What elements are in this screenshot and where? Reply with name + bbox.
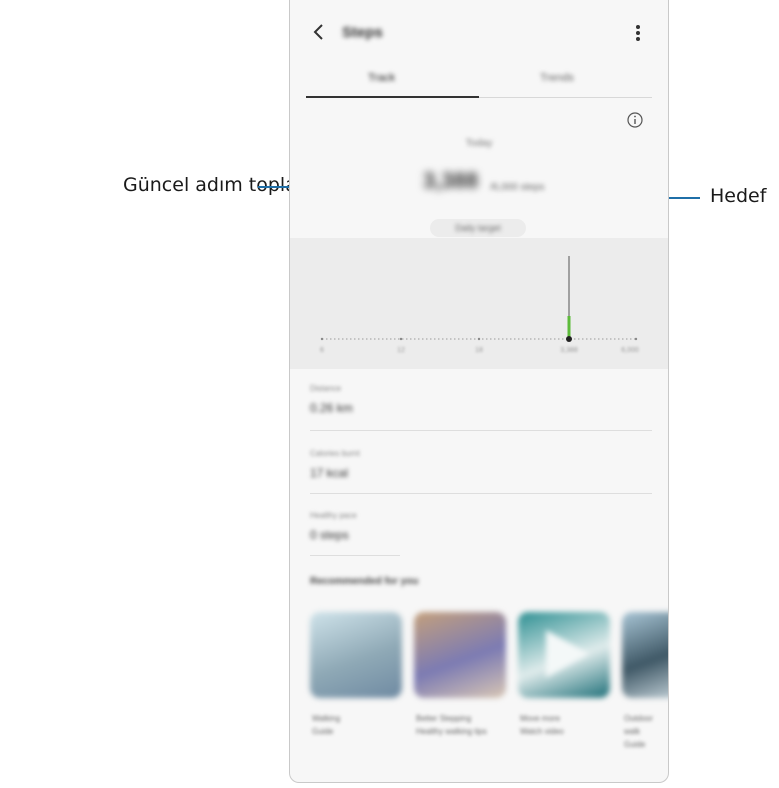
chart-axis-dot — [477, 337, 481, 341]
current-step-count: 3,388 — [423, 168, 479, 193]
stat-label: Calories burnt — [310, 449, 360, 458]
chart-tick-4: 6,000 — [621, 347, 639, 354]
tab-trends[interactable]: Trends — [540, 72, 574, 84]
active-tab-indicator — [306, 96, 479, 98]
stat-distance: Distance 0.26 km — [310, 384, 652, 415]
stat-divider — [310, 493, 652, 494]
stat-label: Distance — [310, 384, 342, 393]
recommended-caption: Walking Guide — [312, 714, 341, 736]
stat-value: 0.26 km — [310, 401, 353, 415]
chart-tick-0: 6 — [320, 347, 324, 354]
page-title: Steps — [342, 24, 383, 41]
step-goal-text: /6,000 steps — [490, 182, 545, 193]
stat-divider — [310, 430, 652, 431]
chart-tick-3: 3,388 — [560, 347, 578, 354]
today-label: Today — [465, 138, 493, 149]
phone-screen: Steps Track Trends Today 3,388 /6,000 st… — [289, 0, 669, 783]
tab-bar: Track Trends — [306, 66, 652, 98]
recommended-caption: Move more Watch video — [520, 714, 564, 736]
chart-tick-1: 12 — [397, 347, 405, 354]
step-chart: 6 12 18 3,388 6,000 — [290, 238, 668, 369]
daily-target-button[interactable]: Daily target — [430, 219, 526, 237]
back-arrow-icon[interactable] — [312, 22, 326, 42]
recommended-card-better-stepping[interactable] — [414, 612, 506, 698]
play-icon — [546, 630, 590, 678]
tab-track[interactable]: Track — [368, 72, 395, 84]
chart-tick-2: 18 — [475, 347, 483, 354]
chart-current-marker — [566, 336, 572, 342]
chart-axis-dot — [399, 337, 403, 341]
stat-label: Healthy pace — [310, 511, 357, 520]
recommended-card-outdoor-walk[interactable] — [622, 612, 668, 698]
stat-value: 17 kcal — [310, 466, 349, 480]
info-icon[interactable] — [627, 112, 643, 128]
recommended-title: Recommended for you — [310, 576, 419, 587]
chart-axis-dot — [634, 337, 638, 341]
stat-healthy-pace: Healthy pace 0 steps — [310, 511, 652, 542]
more-options-icon[interactable] — [636, 25, 640, 41]
stat-value: 0 steps — [310, 528, 349, 542]
callout-goal-label: Hedef — [710, 185, 767, 207]
app-bar: Steps — [290, 0, 668, 66]
recommended-caption: Outdoor walk Guide — [624, 714, 653, 749]
stat-calories: Calories burnt 17 kcal — [310, 449, 652, 480]
chart-axis-dot — [320, 337, 324, 341]
daily-target-label: Daily target — [455, 223, 501, 233]
recommended-caption: Better Stepping Healthy walking tips — [416, 714, 487, 736]
stat-divider — [310, 555, 400, 556]
recommended-card-move-more[interactable] — [518, 612, 610, 698]
recommended-card-walking[interactable] — [310, 612, 402, 698]
